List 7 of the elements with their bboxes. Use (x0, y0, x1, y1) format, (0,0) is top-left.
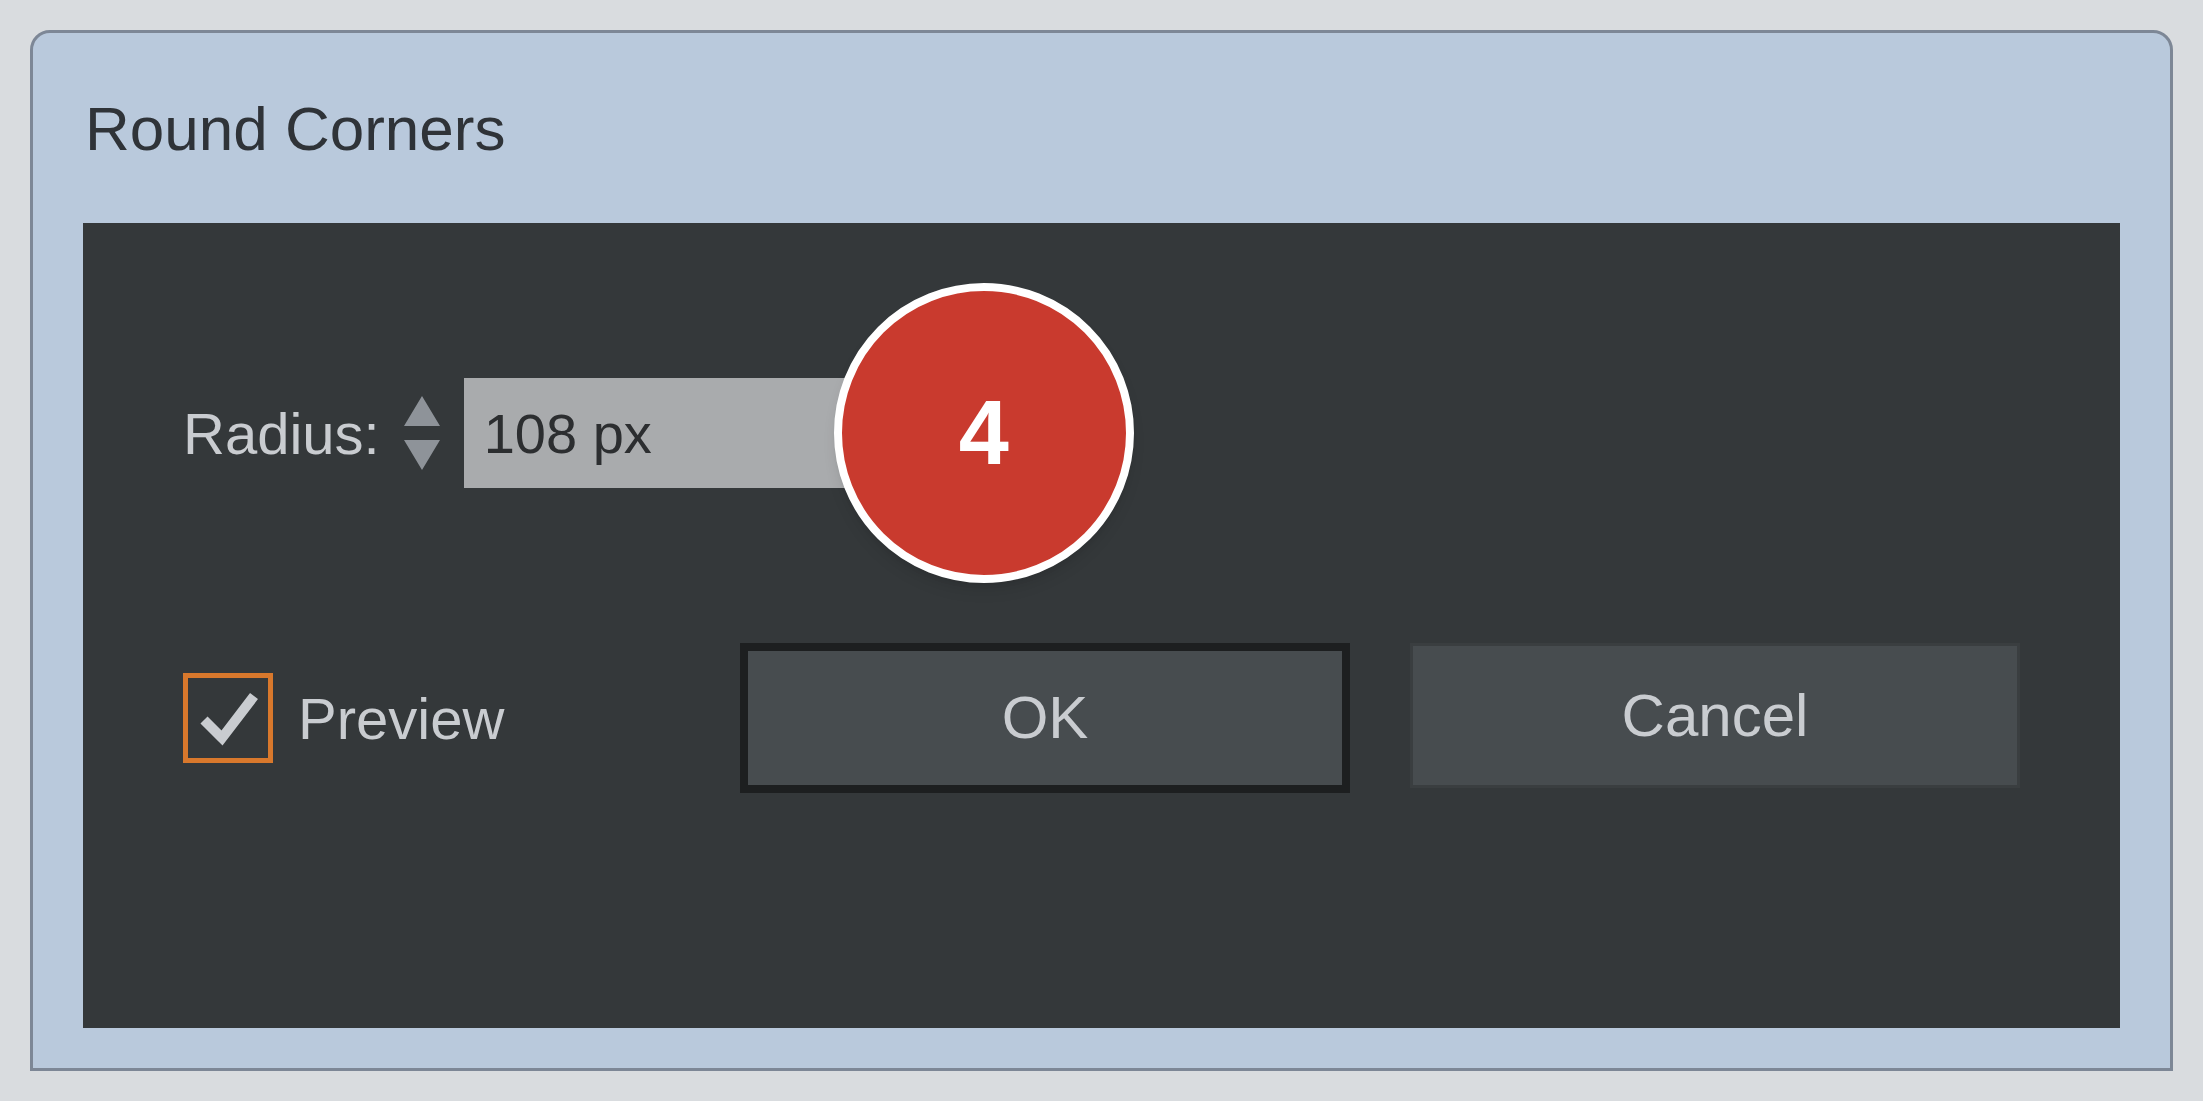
window-title: Round Corners (84, 92, 506, 165)
dialog-button[interactable]: Cancel (1410, 643, 2020, 788)
preview-checkbox[interactable] (183, 673, 273, 763)
radius-label: Radius: (183, 399, 380, 468)
dialog-button[interactable]: OK (740, 643, 1350, 793)
preview-label: Preview (298, 684, 505, 753)
callout-marker: 4 (833, 283, 1134, 583)
